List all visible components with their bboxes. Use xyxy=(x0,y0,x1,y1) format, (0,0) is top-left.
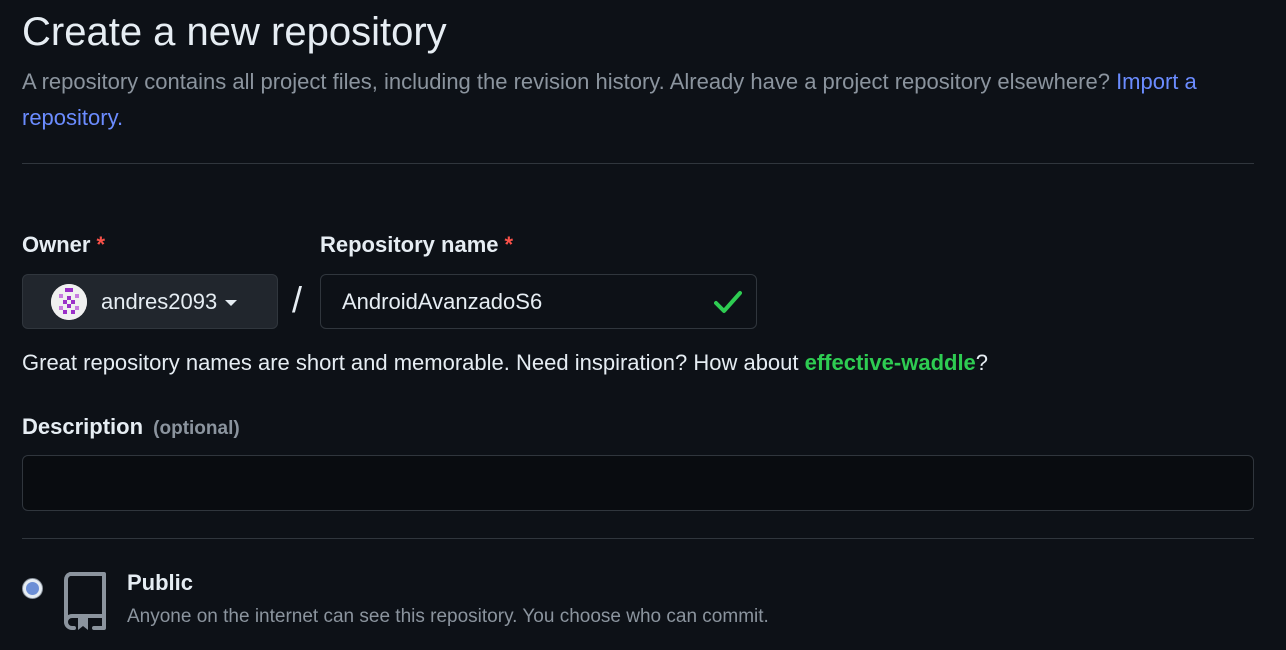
radio-selected-dot xyxy=(26,582,39,595)
owner-select-button[interactable]: andres2093 xyxy=(22,274,278,329)
page-subtitle: A repository contains all project files,… xyxy=(22,64,1262,136)
repository-name-input[interactable] xyxy=(321,275,691,328)
hint-suffix: ? xyxy=(975,350,989,375)
repository-name-required-mark: * xyxy=(504,232,514,257)
page-title: Create a new repository xyxy=(22,10,447,54)
create-repository-page: Create a new repository A repository con… xyxy=(0,0,1286,650)
check-icon xyxy=(714,291,742,313)
public-option-description: Anyone on the internet can see this repo… xyxy=(127,606,769,627)
optional-tag: (optional) xyxy=(153,418,240,439)
subtitle-text: A repository contains all project files,… xyxy=(22,69,1110,94)
owner-label-text: Owner xyxy=(22,232,91,257)
owner-avatar xyxy=(51,283,87,320)
repository-name-hint: Great repository names are short and mem… xyxy=(22,347,988,379)
header-divider xyxy=(22,163,1254,164)
owner-required-mark: * xyxy=(96,232,106,257)
repo-icon xyxy=(64,572,106,630)
repository-name-label: Repository name * xyxy=(320,232,513,258)
repository-name-label-text: Repository name xyxy=(320,232,499,257)
description-label-text: Description xyxy=(22,414,144,439)
public-radio[interactable] xyxy=(22,578,43,599)
owner-repo-separator: / xyxy=(292,279,303,320)
section-divider xyxy=(22,538,1254,539)
description-input[interactable] xyxy=(22,455,1254,511)
owner-label: Owner * xyxy=(22,232,105,258)
suggested-name-link[interactable]: effective-waddle xyxy=(805,350,976,375)
hint-prefix: Great repository names are short and mem… xyxy=(22,350,805,375)
owner-name: andres2093 xyxy=(101,288,218,314)
repository-name-field xyxy=(320,274,757,329)
public-option-title: Public xyxy=(127,570,194,595)
avatar-identicon xyxy=(51,283,87,320)
description-label: Description (optional) xyxy=(22,414,240,442)
chevron-down-icon xyxy=(225,300,238,306)
